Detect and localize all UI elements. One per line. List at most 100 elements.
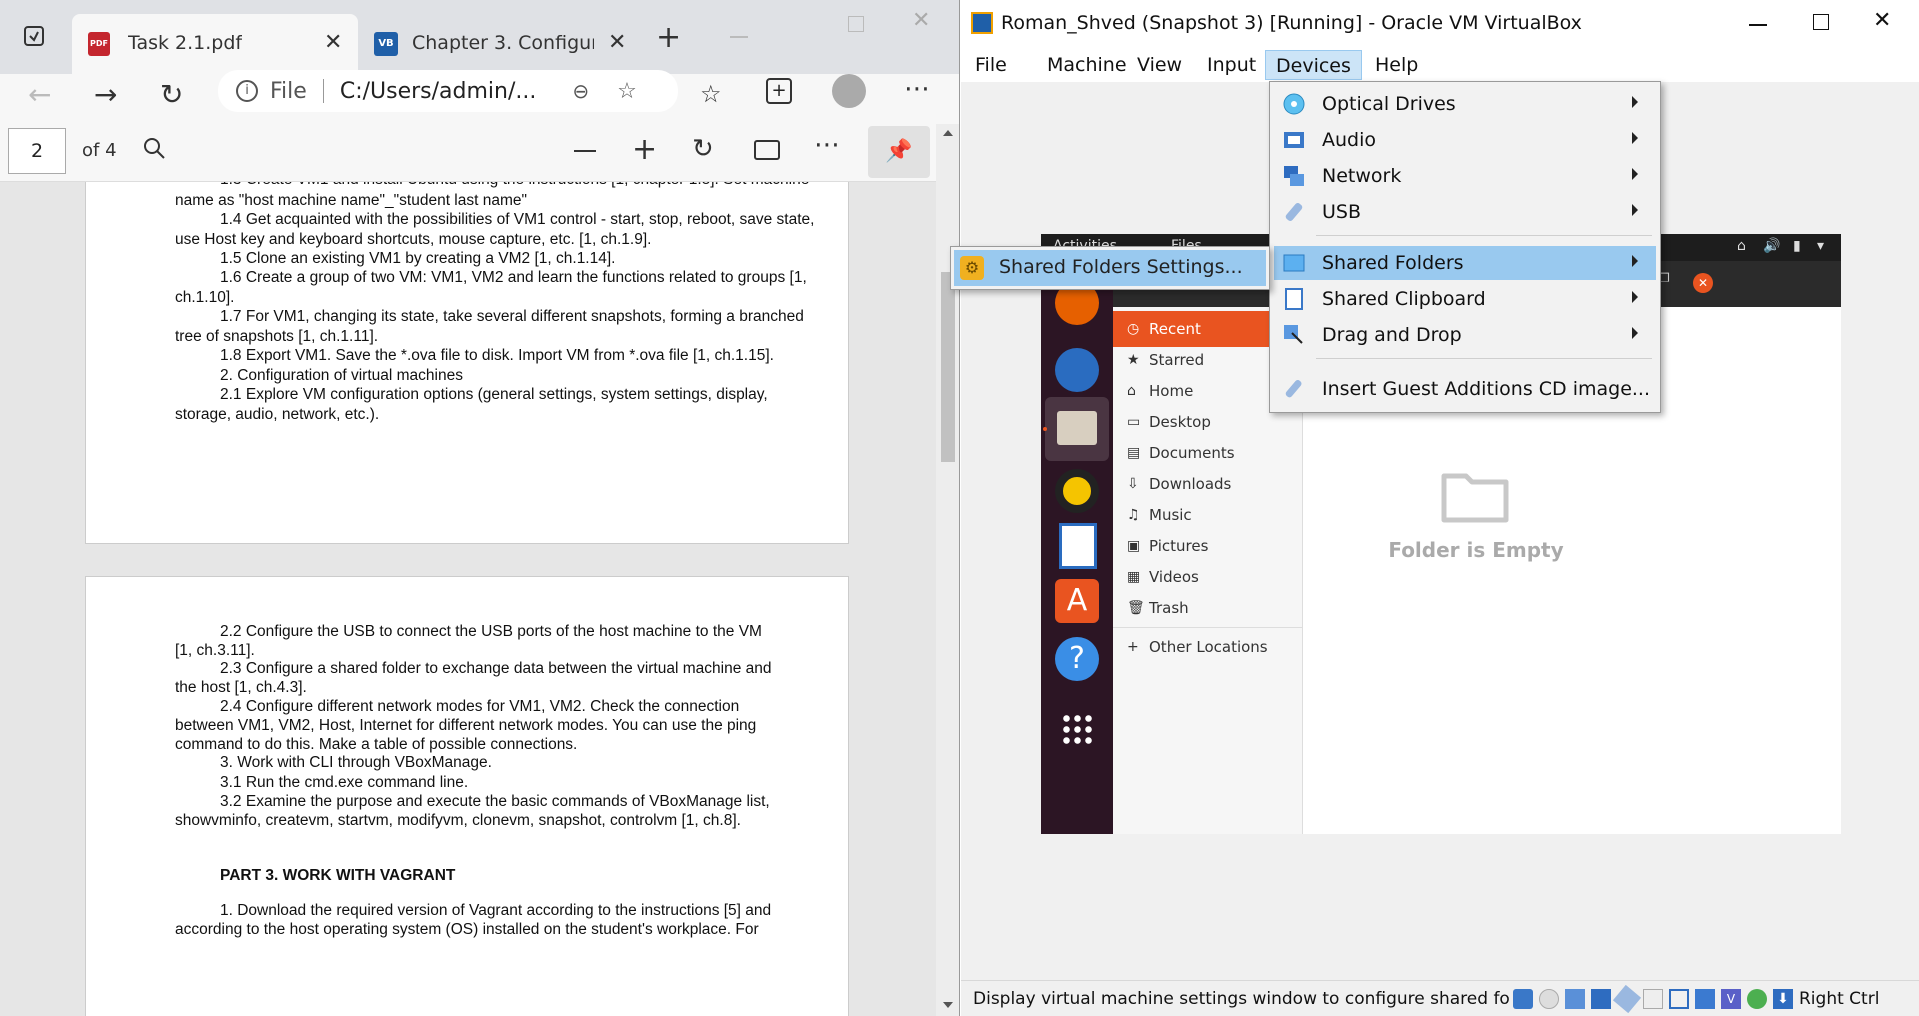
add-favorite-icon[interactable]: ☆ [617,79,637,104]
rotate-icon[interactable]: ↻ [692,134,714,164]
refresh-icon[interactable]: ↻ [160,78,183,111]
star-icon: ★ [1127,352,1140,368]
close-window-icon[interactable]: ✕ [1873,8,1891,33]
thunderbird-icon[interactable] [1055,348,1099,392]
menu-view[interactable]: View [1127,50,1192,80]
avatar[interactable] [832,74,866,108]
search-icon[interactable] [142,136,166,160]
separator [1316,358,1652,359]
menu-item-usb[interactable]: USB [1274,195,1656,229]
recording-icon[interactable] [1695,989,1715,1009]
menu-item-drag-and-drop[interactable]: Drag and Drop [1274,318,1656,352]
status-text: Display virtual machine settings window … [973,989,1511,1009]
collections-icon[interactable]: + [766,78,792,104]
page-number-input[interactable]: 2 [8,128,66,174]
pdf-text-line: 3. Work with CLI through VBoxManage. [220,754,492,771]
menu-item-insert-guest-additions[interactable]: Insert Guest Additions CD image... [1274,372,1656,406]
scroll-thumb[interactable] [941,272,955,462]
sidebar-item-other-locations[interactable]: + Other Locations [1113,629,1303,665]
mouse-integration-icon[interactable] [1747,989,1767,1009]
tab-task-pdf[interactable]: PDF Task 2.1.pdf ✕ [72,14,358,74]
pdf-text-line: 2.2 Configure the USB to connect the USB… [220,623,762,640]
zoom-out-icon[interactable] [574,150,596,152]
more-tools-icon[interactable]: ⋯ [814,130,840,160]
rhythmbox-icon[interactable] [1055,469,1099,513]
network-icon [1282,164,1306,188]
keyboard-capture-icon[interactable]: ⬇ [1773,989,1793,1009]
close-icon[interactable]: ✕ [1693,273,1713,293]
hard-disk-icon[interactable] [1513,989,1533,1009]
menu-item-network[interactable]: Network [1274,159,1656,193]
submenu-arrow-icon [1632,132,1638,144]
pdf-text-line: 3.1 Run the cmd.exe command line. [220,774,469,791]
favorites-icon[interactable]: ☆ [700,80,722,108]
running-indicator [1043,427,1047,431]
network-status-icon[interactable]: ⌂ [1737,238,1746,254]
software-icon[interactable]: A [1055,579,1099,623]
menu-machine[interactable]: Machine [1037,50,1137,80]
audio-icon[interactable] [1565,989,1585,1009]
more-icon[interactable]: ⋯ [904,74,930,104]
menu-item-shared-folders-settings[interactable]: ⚙ Shared Folders Settings... [954,250,1266,286]
minimize-icon[interactable] [730,36,748,38]
usb-icon[interactable] [1612,984,1642,1014]
menu-devices[interactable]: Devices [1265,50,1362,80]
pdf-viewport[interactable]: 1.3 Create VM1 and install Ubuntu using … [0,182,936,1016]
pdf-text-line: 1.8 Export VM1. Save the *.ova file to d… [220,347,774,364]
pdf-text-line: 2.1 Explore VM configuration options (ge… [220,386,768,403]
display-icon[interactable] [1669,989,1689,1009]
status-bar: Display virtual machine settings window … [961,980,1919,1016]
url-text[interactable]: C:/Users/admin/... [340,79,537,104]
battery-icon[interactable]: ▮ [1793,238,1801,254]
submenu-arrow-icon [1632,327,1638,339]
show-apps-icon[interactable] [1061,713,1093,745]
shared-folders-icon[interactable] [1643,989,1663,1009]
menu-item-shared-folders[interactable]: Shared Folders [1274,246,1656,280]
volume-icon[interactable]: 🔊 [1763,238,1780,254]
tab-chapter3[interactable]: VB Chapter 3. Configuring ✕ [362,14,638,74]
writer-icon[interactable] [1059,523,1097,569]
tab-actions-icon[interactable] [24,26,44,46]
forward-icon[interactable]: → [94,78,117,111]
zoom-in-icon[interactable]: + [632,132,657,167]
network-icon[interactable] [1591,989,1611,1009]
optical-drive-icon[interactable] [1539,989,1559,1009]
pin-toolbar-button[interactable]: 📌 [868,126,930,178]
scroll-up-arrow[interactable] [943,130,953,136]
shared-folders-icon [1282,251,1306,275]
vt-x-icon[interactable]: V [1721,989,1741,1009]
close-tab-icon[interactable]: ✕ [324,30,342,55]
scroll-down-arrow[interactable] [943,1002,953,1008]
info-icon[interactable]: i [236,80,258,102]
empty-folder-label: Folder is Empty [1388,538,1564,562]
sidebar-item-trash[interactable]: 🗑 Trash [1113,590,1303,626]
tab-strip: PDF Task 2.1.pdf ✕ VB Chapter 3. Configu… [0,0,959,74]
system-menu-icon[interactable]: ▾ [1817,238,1824,254]
edge-browser-window: PDF Task 2.1.pdf ✕ VB Chapter 3. Configu… [0,0,960,1016]
menu-file[interactable]: File [965,50,1017,80]
menu-item-optical-drives[interactable]: Optical Drives [1274,87,1656,121]
menu-input[interactable]: Input [1197,50,1266,80]
maximize-icon[interactable] [1813,14,1829,30]
menu-item-shared-clipboard[interactable]: Shared Clipboard [1274,282,1656,316]
new-tab-button[interactable]: + [656,20,681,55]
pdf-text-line: 3.2 Examine the purpose and execute the … [220,793,770,810]
menu-help[interactable]: Help [1365,50,1428,80]
pdf-text-line: name as "host machine name"_"student las… [175,192,528,209]
maximize-icon[interactable] [848,16,864,32]
pdf-text-line: 1.5 Clone an existing VM1 by creating a … [220,250,616,267]
close-tab-icon[interactable]: ✕ [608,30,626,55]
pdf-toolbar: 2 of 4 + ↻ ⋯ 📌 [0,124,959,182]
help-icon[interactable]: ? [1055,637,1099,681]
devices-menu: Optical Drives Audio Network USB Shared … [1269,81,1661,413]
files-icon[interactable] [1045,397,1109,461]
zoom-icon[interactable]: ⊖ [572,79,589,103]
pdf-text-line: [1, ch.3.11]. [175,642,255,659]
menu-item-audio[interactable]: Audio [1274,123,1656,157]
back-icon[interactable]: ← [28,78,51,111]
address-bar[interactable]: i File C:/Users/admin/... ⊖ ☆ [218,70,678,112]
close-window-icon[interactable]: ✕ [912,8,930,33]
plus-icon: + [1127,639,1139,655]
minimize-icon[interactable] [1749,24,1767,26]
fit-page-icon[interactable] [754,140,780,160]
